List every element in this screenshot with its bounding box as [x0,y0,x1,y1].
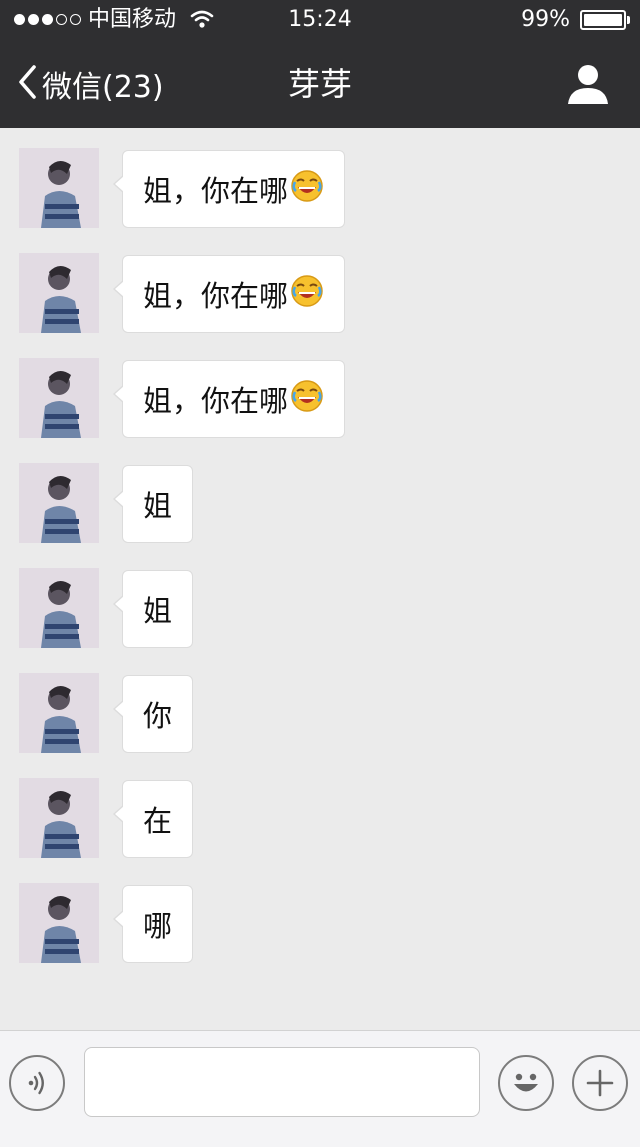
message-text: 在 [143,804,173,838]
more-button[interactable] [572,1055,628,1111]
person-icon [568,65,608,104]
message-row: 姐 [0,548,640,648]
message-row: 姐，你在哪 [0,128,640,228]
top-bar: 中国移动 15:24 99% 微信(23) 芽芽 [0,0,640,128]
plus-icon [586,1069,614,1097]
message-text: 姐，你在哪 [143,174,289,208]
message-row: 姐，你在哪 [0,233,640,333]
message-text: 哪 [143,909,173,943]
laughing-crying-emoji-icon [290,169,324,210]
status-bar: 中国移动 15:24 99% [0,0,640,40]
smiley-icon [514,1073,538,1092]
message-row: 在 [0,758,640,858]
avatar[interactable] [19,883,99,963]
message-bubble[interactable]: 在 [112,780,194,858]
message-text: 姐 [143,594,173,628]
navigation-bar: 微信(23) 芽芽 [0,40,640,128]
message-text: 你 [143,699,173,733]
message-text: 姐，你在哪 [143,384,289,418]
message-row: 姐，你在哪 [0,338,640,438]
message-bubble[interactable]: 姐 [112,570,194,648]
avatar[interactable] [19,778,99,858]
voice-icon [28,1071,44,1095]
message-row: 哪 [0,863,640,963]
message-row: 你 [0,653,640,753]
message-list[interactable]: 姐，你在哪 姐，你在哪 姐，你在哪 姐 姐 你 在 哪 [0,128,640,1030]
battery-percent: 99% [521,7,570,32]
message-bubble[interactable]: 姐，你在哪 [112,150,346,228]
chat-title: 芽芽 [287,65,352,103]
emoji-button[interactable] [498,1055,554,1111]
chat-input-bar [0,1030,640,1147]
laughing-crying-emoji-icon [290,379,324,420]
message-text: 姐，你在哪 [143,279,289,313]
message-bubble[interactable]: 姐 [112,465,194,543]
message-bubble[interactable]: 你 [112,675,194,753]
message-row: 姐 [0,443,640,543]
avatar[interactable] [19,358,99,438]
message-bubble[interactable]: 姐，你在哪 [112,360,346,438]
laughing-crying-emoji-icon [290,274,324,315]
battery-icon [580,10,626,30]
message-bubble[interactable]: 哪 [112,885,194,963]
avatar[interactable] [19,568,99,648]
profile-button[interactable] [566,62,610,106]
avatar[interactable] [19,148,99,228]
message-bubble[interactable]: 姐，你在哪 [112,255,346,333]
voice-button[interactable] [9,1055,65,1111]
avatar[interactable] [19,673,99,753]
avatar[interactable] [19,253,99,333]
message-input[interactable] [84,1047,480,1117]
battery-tip [627,16,630,24]
avatar[interactable] [19,463,99,543]
message-text: 姐 [143,489,173,523]
